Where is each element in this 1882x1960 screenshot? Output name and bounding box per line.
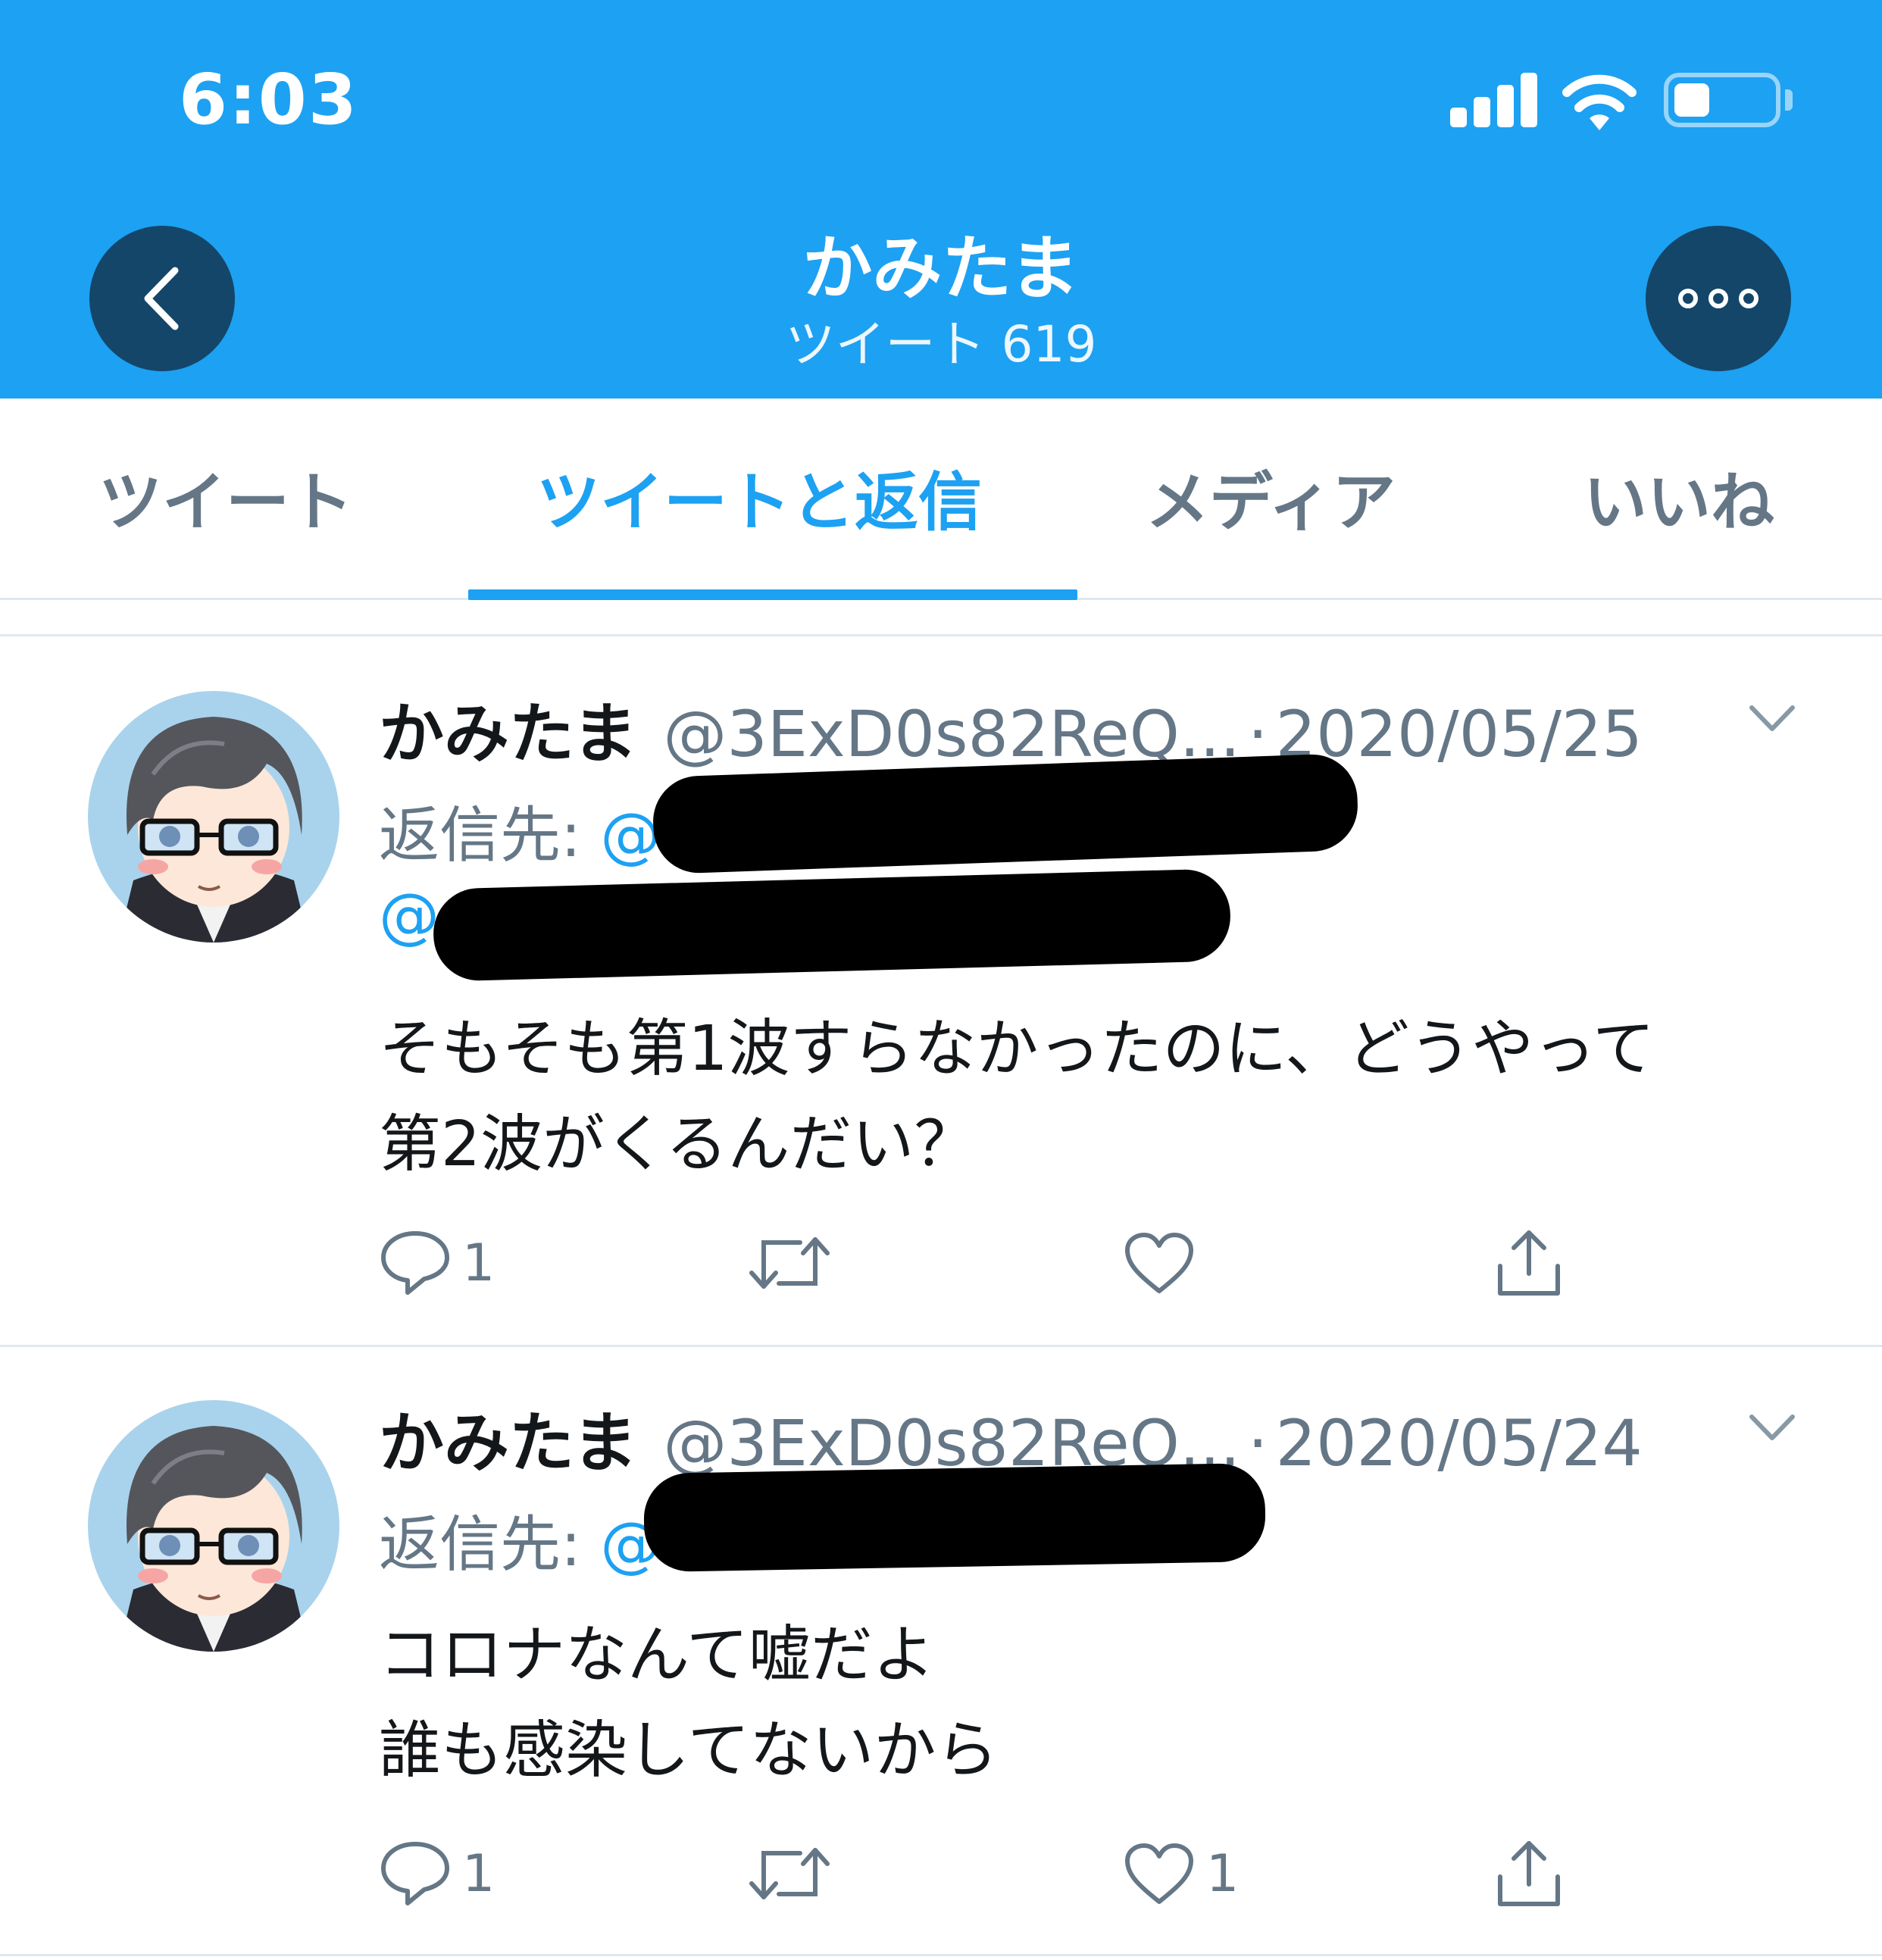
cellular-signal-icon — [1450, 73, 1538, 127]
tweet-text-line: 誰も感染してないから — [379, 1715, 999, 1787]
reply-to-label: 返信先: — [379, 1509, 601, 1580]
reply-count: 1 — [462, 1843, 496, 1904]
tab-media[interactable]: メディア — [1146, 452, 1396, 543]
reply-mention[interactable]: @ — [379, 880, 439, 951]
avatar[interactable] — [88, 1400, 339, 1652]
tweet-header: かみたま @3ExD0s82ReQ... · 2020/05/25 — [379, 680, 1643, 772]
tweet-author-name[interactable]: かみたま — [379, 1390, 637, 1484]
tweet-text-line: コロナなんて嘘だよ — [379, 1619, 935, 1691]
like-button[interactable] — [1123, 1221, 1206, 1305]
tweet-text-line: 第2波がくるんだい？ — [379, 1108, 977, 1180]
reply-to-line: 返信先: @ — [379, 786, 661, 874]
chevron-down-icon[interactable] — [1747, 1411, 1797, 1444]
retweet-button[interactable] — [747, 1832, 843, 1915]
tweet-text: そもそも第1波すらなかったのに、どうやって 第2波がくるんだい？ — [379, 1002, 1655, 1193]
avatar[interactable] — [88, 691, 339, 942]
reply-icon — [381, 1231, 449, 1295]
tweet-actions: 1 — [379, 1221, 1591, 1305]
share-button[interactable] — [1493, 1832, 1565, 1915]
tab-likes[interactable]: いいね — [1583, 452, 1774, 543]
tweet-date[interactable]: 2020/05/24 — [1276, 1406, 1643, 1480]
reply-to-line: 返信先: @ — [379, 1496, 661, 1583]
profile-tabs: ツイート ツイートと返信 メディア いいね — [0, 399, 1882, 600]
share-button[interactable] — [1493, 1221, 1565, 1305]
tweet-text: コロナなんて嘘だよ 誰も感染してないから — [379, 1608, 999, 1799]
like-count: 1 — [1206, 1843, 1240, 1904]
tweet[interactable]: かみたま @3ExD0s82ReQ... · 2020/05/25 返信先: @… — [0, 638, 1882, 1347]
tweet-author-name[interactable]: かみたま — [379, 680, 637, 775]
profile-name: かみたま — [802, 228, 1080, 309]
reply-to-label: 返信先: — [379, 800, 601, 871]
tweet-separator: · — [1247, 1406, 1268, 1480]
tweet-header: かみたま @3ExD0s82ReQ... · 2020/05/24 — [379, 1390, 1643, 1481]
reply-button[interactable]: 1 — [379, 1221, 495, 1305]
avatar-illustration — [88, 1400, 339, 1652]
tweet-actions: 1 1 — [379, 1832, 1591, 1915]
tab-tweets[interactable]: ツイート — [98, 452, 353, 543]
active-tab-indicator — [468, 589, 1077, 600]
battery-icon — [1664, 73, 1780, 127]
share-icon — [1498, 1841, 1560, 1906]
status-time: 6:03 — [179, 59, 358, 140]
redaction-mark — [642, 1462, 1267, 1573]
tab-tweets-and-replies[interactable]: ツイートと返信 — [536, 452, 982, 543]
heart-icon — [1125, 1843, 1193, 1904]
more-button[interactable] — [1646, 226, 1791, 371]
reply-count: 1 — [462, 1233, 496, 1293]
redaction-mark — [432, 868, 1232, 982]
share-icon — [1498, 1230, 1560, 1296]
reply-button[interactable]: 1 — [379, 1832, 495, 1915]
tweet-count: ツイート 619 — [785, 315, 1097, 374]
tweet-text-line: そもそも第1波すらなかったのに、どうやって — [379, 1013, 1655, 1085]
reply-icon — [381, 1842, 449, 1905]
retweet-button[interactable] — [747, 1221, 843, 1305]
reply-mention[interactable]: @ — [600, 800, 661, 871]
wifi-icon — [1562, 74, 1637, 130]
header-title: かみたま ツイート 619 — [0, 227, 1882, 379]
heart-icon — [1125, 1233, 1193, 1293]
reply-to-line-2: @ — [379, 880, 439, 951]
more-horizontal-icon — [1678, 289, 1759, 308]
battery-tip — [1785, 89, 1793, 111]
avatar-illustration — [88, 691, 339, 942]
like-button[interactable]: 1 — [1123, 1832, 1239, 1915]
tweet[interactable]: かみたま @3ExD0s82ReQ... · 2020/05/24 返信先: @… — [0, 1347, 1882, 1956]
chevron-down-icon[interactable] — [1747, 702, 1797, 735]
retweet-icon — [749, 1237, 830, 1289]
tabs-divider — [0, 602, 1882, 636]
retweet-icon — [749, 1848, 830, 1899]
profile-header: 6:03 かみたま ツイート 619 — [0, 0, 1882, 399]
